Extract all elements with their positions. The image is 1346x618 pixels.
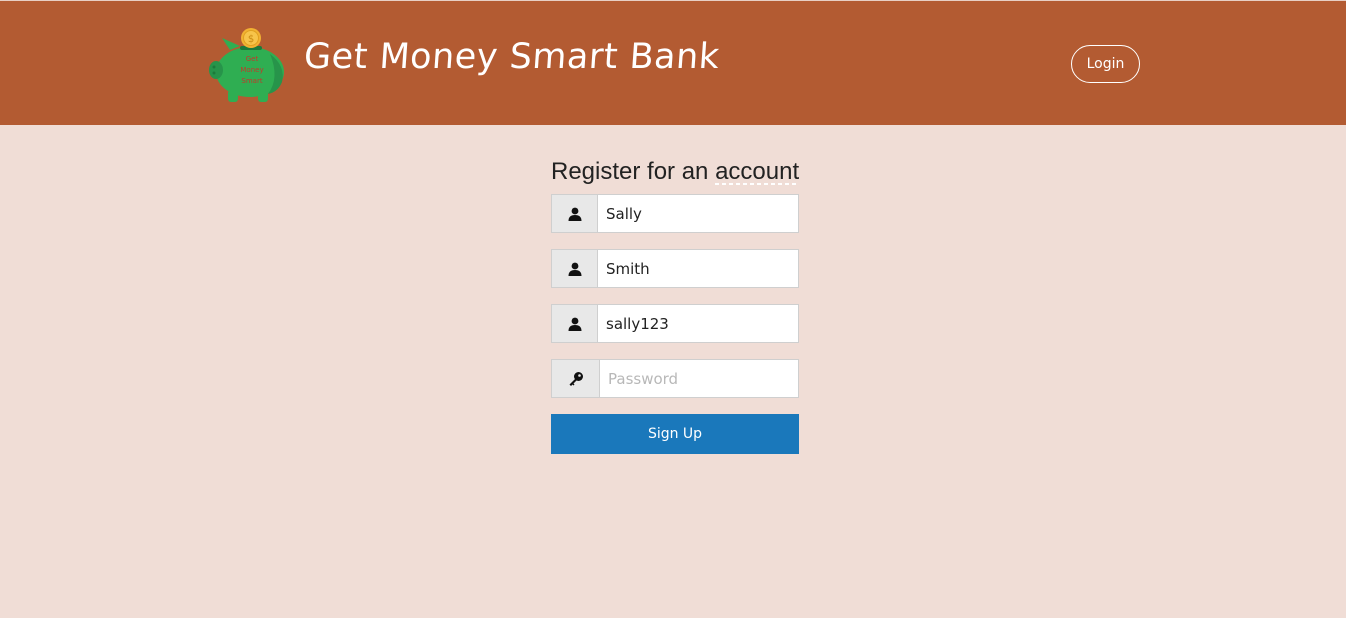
brand-title[interactable]: Get Money Smart Bank: [303, 37, 721, 77]
password-input[interactable]: [600, 360, 798, 397]
piggy-bank-logo-icon[interactable]: $ Get Money Smart: [208, 26, 288, 104]
form-title: Register for an account: [551, 158, 800, 185]
site-header: $ Get Money Smart Get Money Smart Bank L…: [0, 0, 1346, 125]
user-icon: [552, 195, 598, 232]
title-decoration: [715, 183, 799, 185]
logo-text-line-2: Money: [240, 66, 263, 74]
logo-text-line-1: Get: [246, 55, 259, 63]
password-field: [551, 359, 799, 398]
last-name-field: [551, 249, 799, 288]
last-name-input[interactable]: [598, 250, 798, 287]
login-button[interactable]: Login: [1071, 45, 1140, 83]
username-field: [551, 304, 799, 343]
user-icon: [552, 305, 598, 342]
first-name-field: [551, 194, 799, 233]
user-icon: [552, 250, 598, 287]
coin-dollar-sign: $: [248, 34, 254, 45]
sign-up-button[interactable]: Sign Up: [551, 414, 799, 454]
username-input[interactable]: [598, 305, 798, 342]
key-icon: [552, 360, 600, 397]
logo-text-line-3: Smart: [241, 77, 262, 85]
first-name-input[interactable]: [598, 195, 798, 232]
